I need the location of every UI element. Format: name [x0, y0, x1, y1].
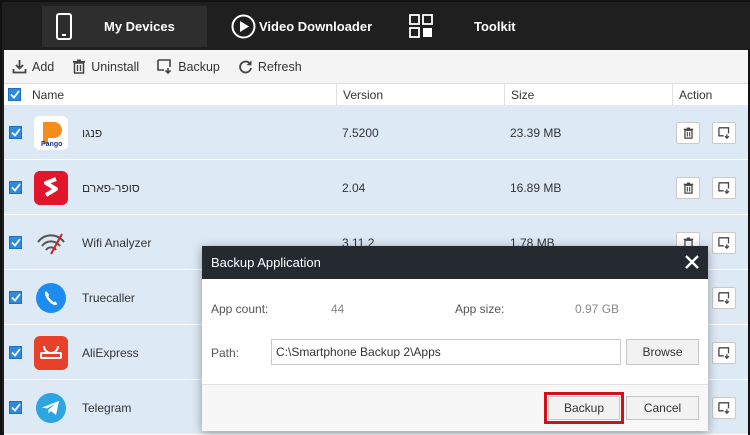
cancel-button[interactable]: Cancel	[626, 396, 699, 420]
column-header-name[interactable]: Name	[26, 84, 336, 106]
column-header-action: Action	[672, 84, 748, 106]
refresh-button[interactable]: Refresh	[238, 59, 302, 74]
backup-icon	[717, 402, 729, 414]
checkmark-icon	[10, 403, 21, 412]
app-size: 16.89 MB	[510, 181, 562, 195]
app-version: 2.04	[342, 181, 366, 195]
play-circle-icon	[231, 14, 256, 42]
checkmark-icon	[10, 183, 21, 192]
backup-icon	[717, 292, 729, 304]
backup-row-button[interactable]	[712, 177, 736, 199]
tab-label: Video Downloader	[259, 19, 373, 34]
path-label: Path:	[211, 346, 240, 360]
add-label: Add	[32, 59, 55, 74]
phone-icon	[56, 13, 72, 43]
uninstall-label: Uninstall	[91, 59, 140, 74]
top-navigation: My Devices Video Downloader Toolkit	[2, 2, 750, 49]
checkmark-icon	[9, 90, 20, 99]
app-name: Truecaller	[82, 291, 135, 305]
backup-icon	[717, 237, 729, 249]
highlight-annotation	[544, 392, 624, 424]
trash-icon	[683, 182, 693, 194]
checkmark-icon	[10, 293, 21, 302]
super-pharm-app-icon	[34, 171, 68, 205]
row-checkbox[interactable]	[9, 126, 22, 139]
row-checkbox[interactable]	[9, 181, 22, 194]
backup-row-button[interactable]	[712, 122, 736, 144]
app-name: Telegram	[82, 401, 132, 415]
download-icon	[12, 60, 27, 74]
pango-app-icon: Pango	[34, 116, 68, 150]
table-row[interactable]: סופר-פארם 2.04 16.89 MB	[4, 160, 748, 215]
select-all-checkbox[interactable]	[8, 88, 21, 101]
trash-icon	[683, 127, 693, 139]
aliexpress-app-icon	[34, 336, 68, 370]
telegram-app-icon	[34, 391, 68, 425]
tab-label: My Devices	[104, 19, 175, 34]
tab-toolkit[interactable]: Toolkit	[407, 6, 547, 47]
table-row[interactable]: Pango פנגו 7.5200 23.39 MB	[4, 105, 748, 160]
column-header-version[interactable]: Version	[336, 84, 504, 106]
app-count-value: 44	[331, 302, 345, 316]
backup-application-dialog: Backup Application App count: 44 App siz…	[202, 246, 708, 431]
checkmark-icon	[10, 238, 21, 247]
app-name: סופר-פארם	[82, 181, 140, 195]
app-name: AliExpress	[82, 346, 139, 360]
app-size-label: App size:	[455, 302, 505, 316]
backup-label: Backup	[178, 59, 220, 74]
backup-icon	[157, 59, 172, 74]
backup-row-button[interactable]	[712, 342, 736, 364]
close-icon	[685, 255, 699, 269]
row-checkbox[interactable]	[9, 346, 22, 359]
app-size-value: 0.97 GB	[575, 302, 620, 316]
uninstall-row-button[interactable]	[676, 177, 700, 199]
trash-icon	[73, 59, 86, 74]
truecaller-app-icon	[34, 281, 68, 315]
row-checkbox[interactable]	[9, 291, 22, 304]
app-name: פנגו	[82, 126, 103, 140]
column-header-size[interactable]: Size	[504, 84, 672, 106]
wifi-analyzer-app-icon	[34, 226, 68, 260]
toolbar: Add Uninstall Backup Refresh	[4, 50, 748, 84]
checkmark-icon	[10, 128, 21, 137]
backup-button[interactable]: Backup	[157, 59, 220, 74]
backup-row-button[interactable]	[712, 397, 736, 419]
app-count-label: App count:	[211, 302, 269, 316]
tab-label: Toolkit	[474, 19, 516, 34]
browse-button[interactable]: Browse	[626, 339, 699, 365]
backup-row-button[interactable]	[712, 287, 736, 309]
path-input[interactable]	[271, 339, 621, 365]
refresh-label: Refresh	[257, 59, 302, 74]
backup-icon	[717, 182, 729, 194]
backup-icon	[717, 127, 729, 139]
backup-icon	[717, 347, 729, 359]
tab-video-downloader[interactable]: Video Downloader	[228, 6, 388, 47]
app-name: Wifi Analyzer	[82, 236, 152, 250]
add-button[interactable]: Add	[12, 59, 54, 74]
grid-icon	[409, 14, 433, 41]
uninstall-row-button[interactable]	[676, 122, 700, 144]
app-size: 23.39 MB	[510, 126, 562, 140]
row-checkbox[interactable]	[9, 236, 22, 249]
svg-text:Pango: Pango	[41, 141, 62, 148]
app-version: 7.5200	[342, 126, 379, 140]
refresh-icon	[239, 60, 252, 74]
checkmark-icon	[10, 348, 21, 357]
table-header: Name Version Size Action	[4, 84, 748, 106]
tab-my-devices[interactable]: My Devices	[42, 6, 207, 47]
backup-row-button[interactable]	[712, 232, 736, 254]
row-checkbox[interactable]	[9, 401, 22, 414]
dialog-title: Backup Application	[202, 246, 708, 279]
uninstall-button[interactable]: Uninstall	[72, 59, 139, 74]
close-button[interactable]	[684, 254, 700, 270]
app-window: My Devices Video Downloader Toolkit Add …	[0, 0, 750, 435]
